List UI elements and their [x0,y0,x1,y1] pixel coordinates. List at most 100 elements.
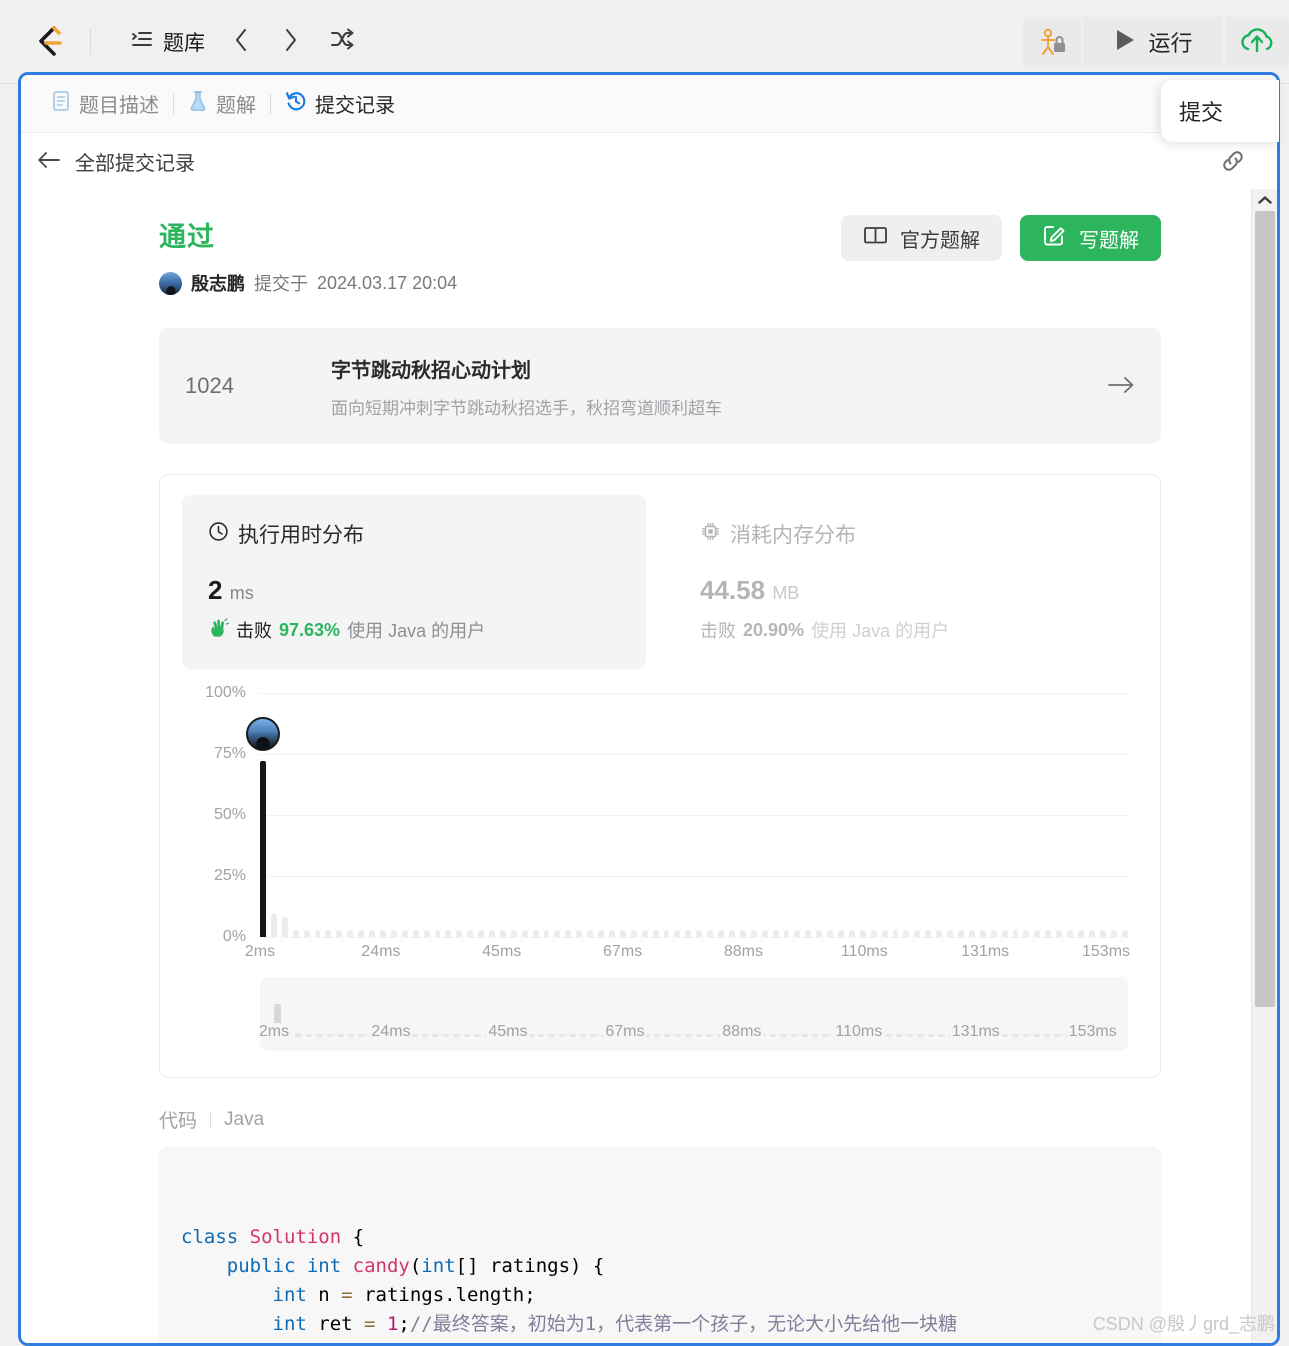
scrollbar-thumb[interactable] [1255,211,1275,1007]
runtime-beat-prefix: 击败 [236,621,272,641]
chart-bar [281,917,288,937]
write-solution-button[interactable]: 写题解 [1020,215,1161,261]
leetcode-submission-page: 题库 运行 题目描述 题解 提交记录 全部提交记录 通过 殷志鹏 提交于 202… [0,0,1289,1346]
avatar[interactable] [159,271,182,295]
chart-bar [543,929,550,937]
runtime-stat[interactable]: 执行用时分布 2 ms 击败 97.63% 使用 Java 的用户 [182,495,646,669]
brush-tick: 45ms [486,1023,530,1041]
chart-bar [1110,929,1117,937]
chart-bar [761,929,768,937]
run-button[interactable]: 运行 [1083,17,1223,67]
chart-bar [674,929,681,937]
chart-plot-area [246,693,1128,938]
leetcode-logo-icon[interactable] [30,22,66,62]
chart-range-brush[interactable]: 2ms 24ms 45ms 67ms 88ms 110ms 131ms 153ms [260,977,1128,1051]
tab-solutions-label: 题解 [216,95,256,117]
chart-bar [478,929,485,937]
tab-submissions[interactable]: 提交记录 [271,89,409,118]
chart-bar [619,929,626,937]
chart-bar [685,929,692,937]
link-icon[interactable] [1219,147,1247,180]
runtime-value: 2 ms [208,575,620,606]
prev-problem-button[interactable] [219,25,263,59]
chart-bar [990,929,997,937]
chart-bar [314,929,321,937]
chart-bar [728,929,735,937]
tab-description-label: 题目描述 [79,95,159,117]
tab-solutions[interactable]: 题解 [174,89,270,118]
chart-bar [521,929,528,937]
chart-bar [1077,929,1084,937]
brush-tick: 67ms [603,1023,647,1041]
chart-bar [554,929,561,937]
promo-card[interactable]: 1024 字节跳动秋招心动计划 面向短期冲刺字节跳动秋招选手，秋招弯道顺利超车 [159,328,1161,444]
brush-tick: 88ms [720,1023,764,1041]
chart-y-axis: 0% 25% 50% 75% 100% [182,684,246,945]
chart-bar [467,929,474,937]
code-header-separator [210,1111,212,1128]
arrow-right-icon[interactable] [1107,373,1135,399]
book-icon [863,224,888,252]
runtime-distribution-chart[interactable]: 0% 25% 50% 75% 100% 2ms 24ms 45ms 67ms 88ms 110ms… [182,684,1138,969]
chart-y-tick: 0% [222,928,246,945]
scroll-up-button[interactable] [1252,189,1277,211]
chart-bar [1099,929,1106,937]
chart-bar [456,929,463,937]
chart-bar [434,929,441,937]
chart-bar [390,929,397,937]
chart-x-tick: 24ms [361,943,401,960]
next-problem-button[interactable] [269,25,313,59]
chart-gridline [260,937,1128,938]
brush-tick: 24ms [369,1023,413,1041]
chart-bar [1045,929,1052,937]
chart-bar [663,929,670,937]
floating-submit-button[interactable]: 提交 [1161,80,1279,142]
promo-number: 1024 [185,373,234,398]
shuffle-icon[interactable] [329,27,355,56]
runtime-unit: ms [229,583,254,603]
cloud-upload-icon [1239,25,1275,60]
chart-bar [827,929,834,937]
debug-lock-button[interactable] [1023,17,1081,67]
memory-beat-suffix: 使用 Java 的用户 [811,621,950,641]
list-icon [131,29,153,54]
runtime-beat-percent: 97.63% [279,619,341,640]
chart-bar [1067,929,1073,937]
chart-bar [925,929,932,937]
chart-bar [652,929,659,937]
panel-tabs: 题目描述 题解 提交记录 [21,75,1277,133]
chart-bar [859,929,866,937]
chart-bar [1034,929,1041,937]
chart-bar [489,929,495,937]
memory-unit: MB [772,583,800,603]
submit-icon-button[interactable] [1225,17,1289,67]
floating-submit-label: 提交 [1179,100,1224,125]
official-solution-button[interactable]: 官方题解 [841,215,1002,261]
tab-description[interactable]: 题目描述 [37,89,173,118]
code-block[interactable]: class Solution { public int candy(int[] … [159,1147,1161,1343]
chevron-double-down-icon [564,1321,668,1343]
memory-stat[interactable]: 消耗内存分布 44.58 MB 击败 20.90% 使用 Java 的用户 [674,495,1138,669]
status-badge: 通过 [159,222,215,252]
submission-detail-scroll[interactable]: 通过 殷志鹏 提交于 2024.03.17 20:04 官方题解 写题解 102… [21,189,1257,1343]
chart-bar [739,929,746,937]
problem-list-button[interactable]: 题库 [123,21,213,63]
chart-y-tick: 100% [205,684,246,701]
back-to-all-submissions[interactable]: 全部提交记录 [37,147,195,176]
play-icon [1113,27,1137,58]
chart-bar [379,929,386,937]
submission-username[interactable]: 殷志鹏 [191,270,245,296]
runtime-stat-header: 执行用时分布 [208,519,620,549]
chart-bar [510,929,517,937]
code-language: Java [224,1108,265,1130]
chart-bar [772,929,779,937]
content-scrollbar[interactable] [1251,189,1277,1343]
chart-y-tick: 50% [213,806,246,823]
chart-bar [292,929,299,937]
runtime-stat-title: 执行用时分布 [238,524,364,547]
chart-bar [881,929,888,937]
hand-clap-icon [208,617,230,643]
official-solution-label: 官方题解 [900,229,980,252]
toolbar-actions: 运行 [1023,12,1289,72]
chart-bar [947,929,953,937]
